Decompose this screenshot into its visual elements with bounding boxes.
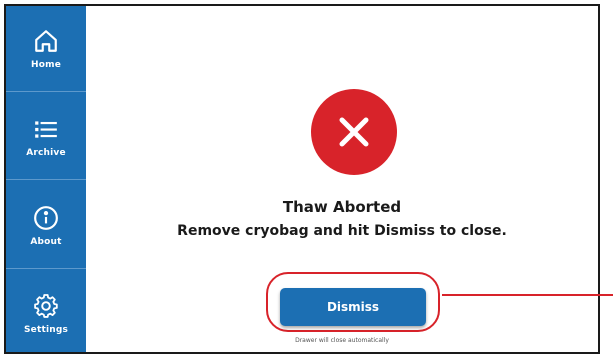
sidebar-item-label: Settings [23,325,69,335]
close-x-glyph [339,117,369,147]
dialog-message: Remove cryobag and hit Dismiss to close. [177,223,507,239]
sidebar-item-settings[interactable]: Settings [6,271,86,352]
sidebar-item-label: Home [31,59,61,70]
main-panel: Thaw Aborted Remove cryobag and hit Dism… [86,6,598,352]
callout-line [442,294,613,296]
dismiss-button[interactable]: Dismiss [280,288,426,326]
sidebar: Home Archive About Settings [6,6,86,352]
error-x-icon [311,89,397,175]
sidebar-item-home[interactable]: Home [6,6,86,92]
sidebar-item-about[interactable]: About [6,183,86,269]
sidebar-item-label: Archive [26,147,66,158]
device-screen: Home Archive About Settings Thaw Aborted… [4,4,600,354]
home-icon [35,29,57,52]
sidebar-item-label: About [30,236,62,247]
sidebar-item-archive[interactable]: Archive [6,94,86,180]
list-icon [35,120,57,138]
info-icon [34,205,58,230]
dialog-title: Thaw Aborted [282,198,402,216]
auto-close-note: Drawer will close automatically [295,337,389,344]
gear-icon [34,294,58,318]
